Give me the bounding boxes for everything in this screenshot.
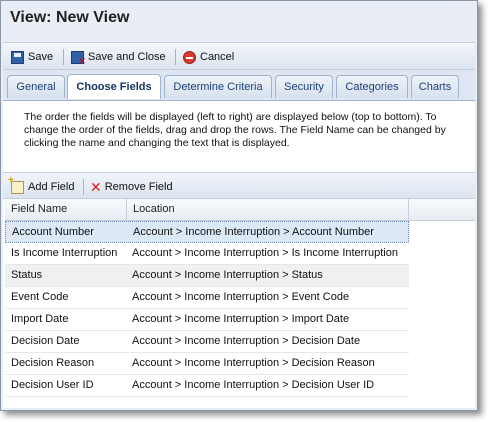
save-and-close-button[interactable]: Save and Close bbox=[71, 48, 166, 67]
location-cell: Account > Income Interruption > Event Co… bbox=[132, 291, 350, 303]
grid-header: Field Name Location bbox=[5, 199, 475, 221]
location-cell: Account > Income Interruption > Is Incom… bbox=[132, 247, 398, 259]
tab-charts[interactable]: Charts bbox=[411, 75, 459, 98]
table-row[interactable]: Decision Date Account > Income Interrupt… bbox=[5, 331, 409, 353]
location-cell: Account > Income Interruption > Decision… bbox=[132, 335, 361, 347]
tab-categories[interactable]: Categories bbox=[336, 75, 408, 98]
column-header-field-name[interactable]: Field Name bbox=[5, 199, 127, 220]
cancel-label: Cancel bbox=[200, 51, 235, 63]
field-name-cell[interactable]: Event Code bbox=[11, 287, 68, 308]
field-name-cell[interactable]: Decision Date bbox=[11, 331, 79, 352]
add-field-button[interactable]: Add Field bbox=[8, 175, 75, 196]
add-field-icon bbox=[8, 175, 24, 194]
view-window: View: New View Save Save and Close Cance… bbox=[0, 0, 478, 411]
table-row[interactable]: Event Code Account > Income Interruption… bbox=[5, 287, 409, 309]
toolbar-separator bbox=[175, 49, 176, 65]
field-name-cell[interactable]: Decision User ID bbox=[11, 375, 94, 396]
save-and-close-label: Save and Close bbox=[88, 51, 166, 63]
save-icon bbox=[11, 50, 24, 64]
field-name-cell[interactable]: Status bbox=[11, 265, 42, 286]
remove-field-label: Remove Field bbox=[104, 181, 173, 193]
table-row[interactable]: Decision Reason Account > Income Interru… bbox=[5, 353, 409, 375]
save-button[interactable]: Save bbox=[11, 48, 53, 66]
toolbar-separator bbox=[83, 179, 84, 195]
remove-field-button[interactable]: ✕ Remove Field bbox=[90, 178, 173, 196]
tab-security[interactable]: Security bbox=[275, 75, 333, 98]
add-field-label: Add Field bbox=[28, 181, 75, 193]
location-cell: Account > Income Interruption > Account … bbox=[133, 226, 374, 238]
tab-general[interactable]: General bbox=[7, 75, 65, 98]
field-name-cell[interactable]: Is Income Interruption bbox=[11, 243, 117, 264]
table-row[interactable]: Is Income Interruption Account > Income … bbox=[5, 243, 409, 265]
tab-determine-criteria[interactable]: Determine Criteria bbox=[164, 75, 272, 98]
table-row[interactable]: Import Date Account > Income Interruptio… bbox=[5, 309, 409, 331]
instructions-text: The order the fields will be displayed (… bbox=[24, 111, 446, 149]
save-label: Save bbox=[28, 51, 54, 63]
tab-choose-fields[interactable]: Choose Fields bbox=[67, 74, 161, 99]
window-title: View: New View bbox=[10, 9, 130, 26]
toolbar-separator bbox=[63, 49, 64, 65]
field-toolbar: Add Field ✕ Remove Field bbox=[3, 172, 475, 199]
field-name-cell[interactable]: Import Date bbox=[11, 309, 68, 330]
tab-bar: General Choose Fields Determine Criteria… bbox=[3, 70, 475, 100]
location-cell: Account > Income Interruption > Decision… bbox=[132, 379, 375, 391]
main-toolbar: Save Save and Close Cancel bbox=[3, 42, 475, 70]
location-cell: Account > Income Interruption > Decision… bbox=[132, 357, 375, 369]
table-row[interactable]: Decision User ID Account > Income Interr… bbox=[5, 375, 409, 397]
field-name-cell[interactable]: Account Number bbox=[12, 222, 94, 243]
location-cell: Account > Income Interruption > Import D… bbox=[132, 313, 350, 325]
save-and-close-icon bbox=[71, 50, 86, 67]
remove-field-icon: ✕ bbox=[90, 178, 102, 195]
choose-fields-panel: The order the fields will be displayed (… bbox=[3, 100, 475, 408]
location-cell: Account > Income Interruption > Status bbox=[132, 269, 323, 281]
cancel-button[interactable]: Cancel bbox=[183, 48, 234, 66]
table-row[interactable]: Account Number Account > Income Interrup… bbox=[5, 221, 409, 243]
column-header-location[interactable]: Location bbox=[127, 199, 409, 220]
table-row[interactable]: Status Account > Income Interruption > S… bbox=[5, 265, 409, 287]
field-name-cell[interactable]: Decision Reason bbox=[11, 353, 94, 374]
cancel-icon bbox=[183, 50, 196, 64]
